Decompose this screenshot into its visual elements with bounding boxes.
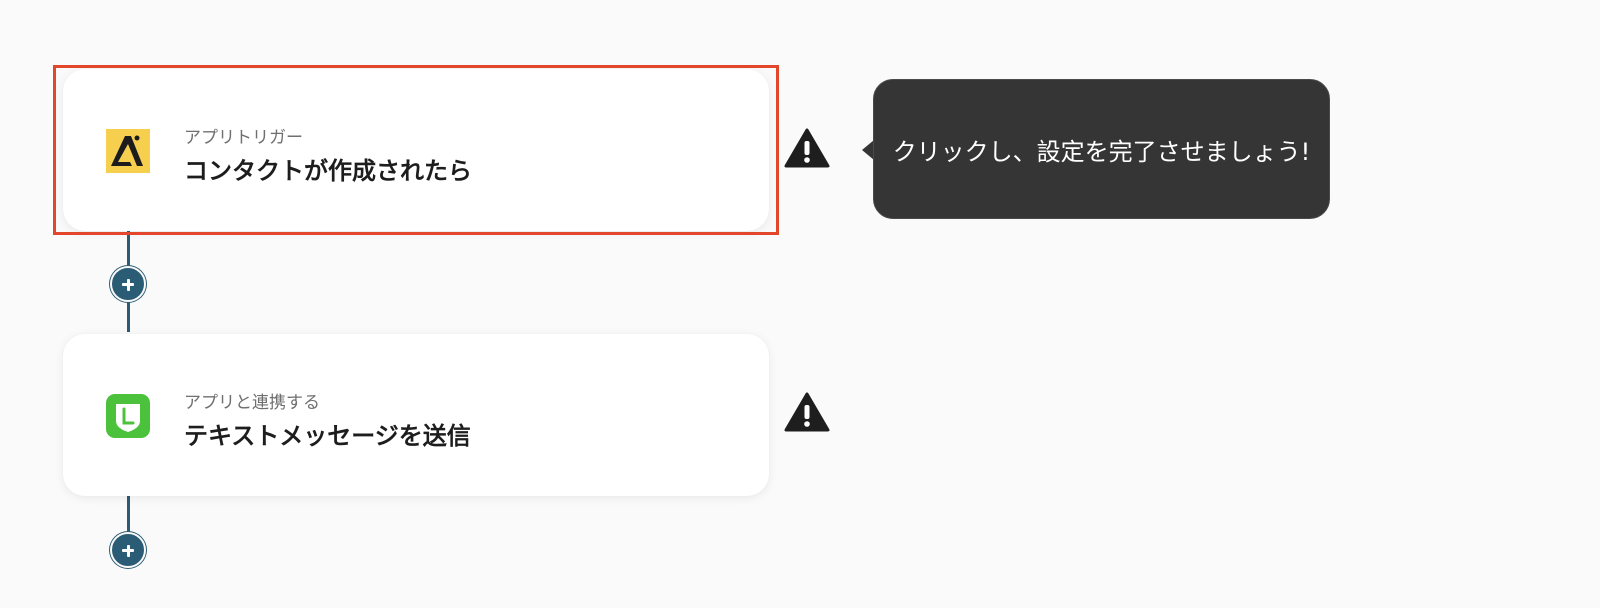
step-card-action[interactable]: アプリと連携する テキストメッセージを送信: [63, 334, 769, 496]
warning-icon[interactable]: [784, 391, 830, 433]
step-card-trigger[interactable]: アプリトリガー コンタクトが作成されたら: [63, 69, 769, 231]
setup-tooltip: クリックし、設定を完了させましょう!: [873, 79, 1330, 219]
step-type-label: アプリと連携する: [184, 393, 320, 413]
yellow-app-logo-icon: [106, 129, 150, 173]
add-step-button[interactable]: [110, 532, 146, 568]
step-title: テキストメッセージを送信: [184, 422, 471, 450]
step-type-label: アプリトリガー: [184, 128, 303, 148]
add-step-button[interactable]: [110, 266, 146, 302]
tooltip-text: クリックし、設定を完了させましょう!: [892, 137, 1311, 166]
warning-icon[interactable]: [784, 127, 830, 169]
line-app-logo-icon: [106, 394, 150, 438]
flow-canvas: アプリトリガー コンタクトが作成されたら アプリと連携する テキストメッセージを…: [0, 0, 1600, 608]
step-title: コンタクトが作成されたら: [184, 157, 472, 185]
